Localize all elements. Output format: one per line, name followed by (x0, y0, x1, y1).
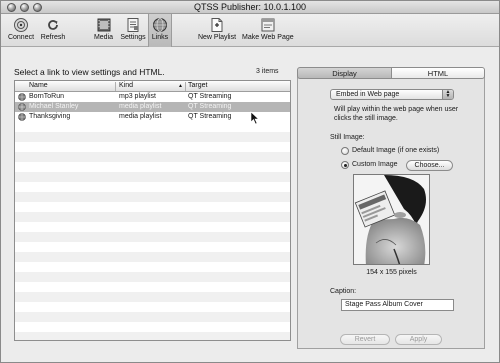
media-label: Media (93, 34, 114, 41)
row-target: QT Streaming (188, 113, 232, 120)
connect-button[interactable]: Connect (5, 16, 37, 46)
column-divider (185, 82, 186, 91)
make-web-page-button[interactable]: Make Web Page (242, 16, 294, 46)
settings-label: Settings (120, 34, 146, 41)
settings-button[interactable]: Settings (118, 16, 148, 46)
sort-ascending-icon: ▲ (178, 83, 183, 89)
make-web-page-label: Make Web Page (242, 34, 294, 41)
row-name: Michael Stanley (29, 103, 79, 110)
film-icon (97, 18, 110, 32)
column-divider (115, 82, 116, 91)
custom-image-label: Custom Image (352, 161, 398, 168)
table-header: Name Kind ▲ Target (15, 81, 290, 92)
item-count: 3 items (256, 68, 279, 75)
empty-row (15, 312, 290, 322)
custom-image-radio[interactable] (341, 161, 349, 169)
refresh-label: Refresh (40, 34, 66, 41)
apply-button[interactable]: Apply (395, 334, 442, 345)
web-page-icon (261, 18, 274, 32)
globe-icon (18, 103, 26, 111)
default-image-label: Default Image (if one exists) (352, 147, 440, 154)
column-header-name[interactable]: Name (29, 82, 48, 89)
globe-icon (18, 113, 26, 121)
toolbar: Connect Refresh Media Settings Links New… (1, 14, 499, 47)
still-image-preview (353, 174, 430, 265)
links-label: Links (151, 34, 169, 41)
select-arrows-icon: ▲ ▼ (442, 90, 453, 99)
connect-label: Connect (7, 34, 35, 41)
globe-icon (18, 93, 26, 101)
empty-row (15, 332, 290, 340)
new-playlist-icon (211, 18, 223, 32)
column-header-target[interactable]: Target (188, 82, 207, 89)
tab-html[interactable]: HTML (391, 67, 485, 79)
new-playlist-label: New Playlist (197, 34, 237, 41)
panel-tabs: Display HTML (297, 67, 485, 79)
embed-mode-select[interactable]: Embed in Web page ▲ ▼ (330, 89, 454, 100)
empty-row (15, 272, 290, 282)
settings-icon (127, 18, 139, 32)
links-button[interactable]: Links (148, 14, 172, 47)
choose-image-button[interactable]: Choose... (406, 160, 453, 171)
revert-button[interactable]: Revert (340, 334, 390, 345)
embed-description: Will play within the web page when user … (334, 106, 459, 122)
row-kind: media playlist (119, 103, 162, 110)
connect-icon (14, 18, 28, 32)
window-title: QTSS Publisher: 10.0.1.100 (193, 2, 307, 12)
table-row-selected[interactable]: Michael Stanley media playlist QT Stream… (15, 102, 290, 112)
empty-row (15, 232, 290, 242)
empty-row (15, 252, 290, 262)
empty-row (15, 172, 290, 182)
still-image-label: Still Image: (330, 134, 365, 141)
caption-field[interactable]: Stage Pass Album Cover (341, 299, 454, 311)
row-target: QT Streaming (188, 93, 232, 100)
empty-row (15, 212, 290, 222)
table-row[interactable]: Thanksgiving media playlist QT Streaming (15, 112, 290, 122)
title-bar: QTSS Publisher: 10.0.1.100 (1, 1, 499, 14)
list-instruction: Select a link to view settings and HTML. (14, 67, 165, 77)
refresh-icon (48, 20, 58, 30)
globe-icon (153, 18, 167, 32)
default-image-radio[interactable] (341, 147, 349, 155)
row-target: QT Streaming (188, 103, 232, 110)
column-header-kind[interactable]: Kind (119, 82, 133, 89)
mouse-pointer-icon (250, 111, 260, 125)
new-playlist-button[interactable]: New Playlist (197, 16, 237, 46)
table-row[interactable]: BornToRun mp3 playlist QT Streaming (15, 92, 290, 102)
embed-mode-value: Embed in Web page (336, 91, 400, 98)
caption-label: Caption: (330, 288, 357, 295)
tab-display[interactable]: Display (297, 67, 392, 79)
empty-row (15, 152, 290, 162)
empty-row (15, 192, 290, 202)
album-cover-image (354, 175, 429, 264)
refresh-button[interactable]: Refresh (38, 16, 68, 46)
qtss-publisher-window: QTSS Publisher: 10.0.1.100 Connect Refre… (0, 0, 500, 363)
row-name: BornToRun (29, 93, 65, 100)
image-dimensions: 154 x 155 pixels (366, 269, 417, 276)
row-kind: mp3 playlist (119, 93, 156, 100)
row-kind: media playlist (119, 113, 162, 120)
empty-row (15, 132, 290, 142)
empty-row (15, 292, 290, 302)
row-name: Thanksgiving (29, 113, 71, 120)
media-button[interactable]: Media (90, 16, 117, 46)
